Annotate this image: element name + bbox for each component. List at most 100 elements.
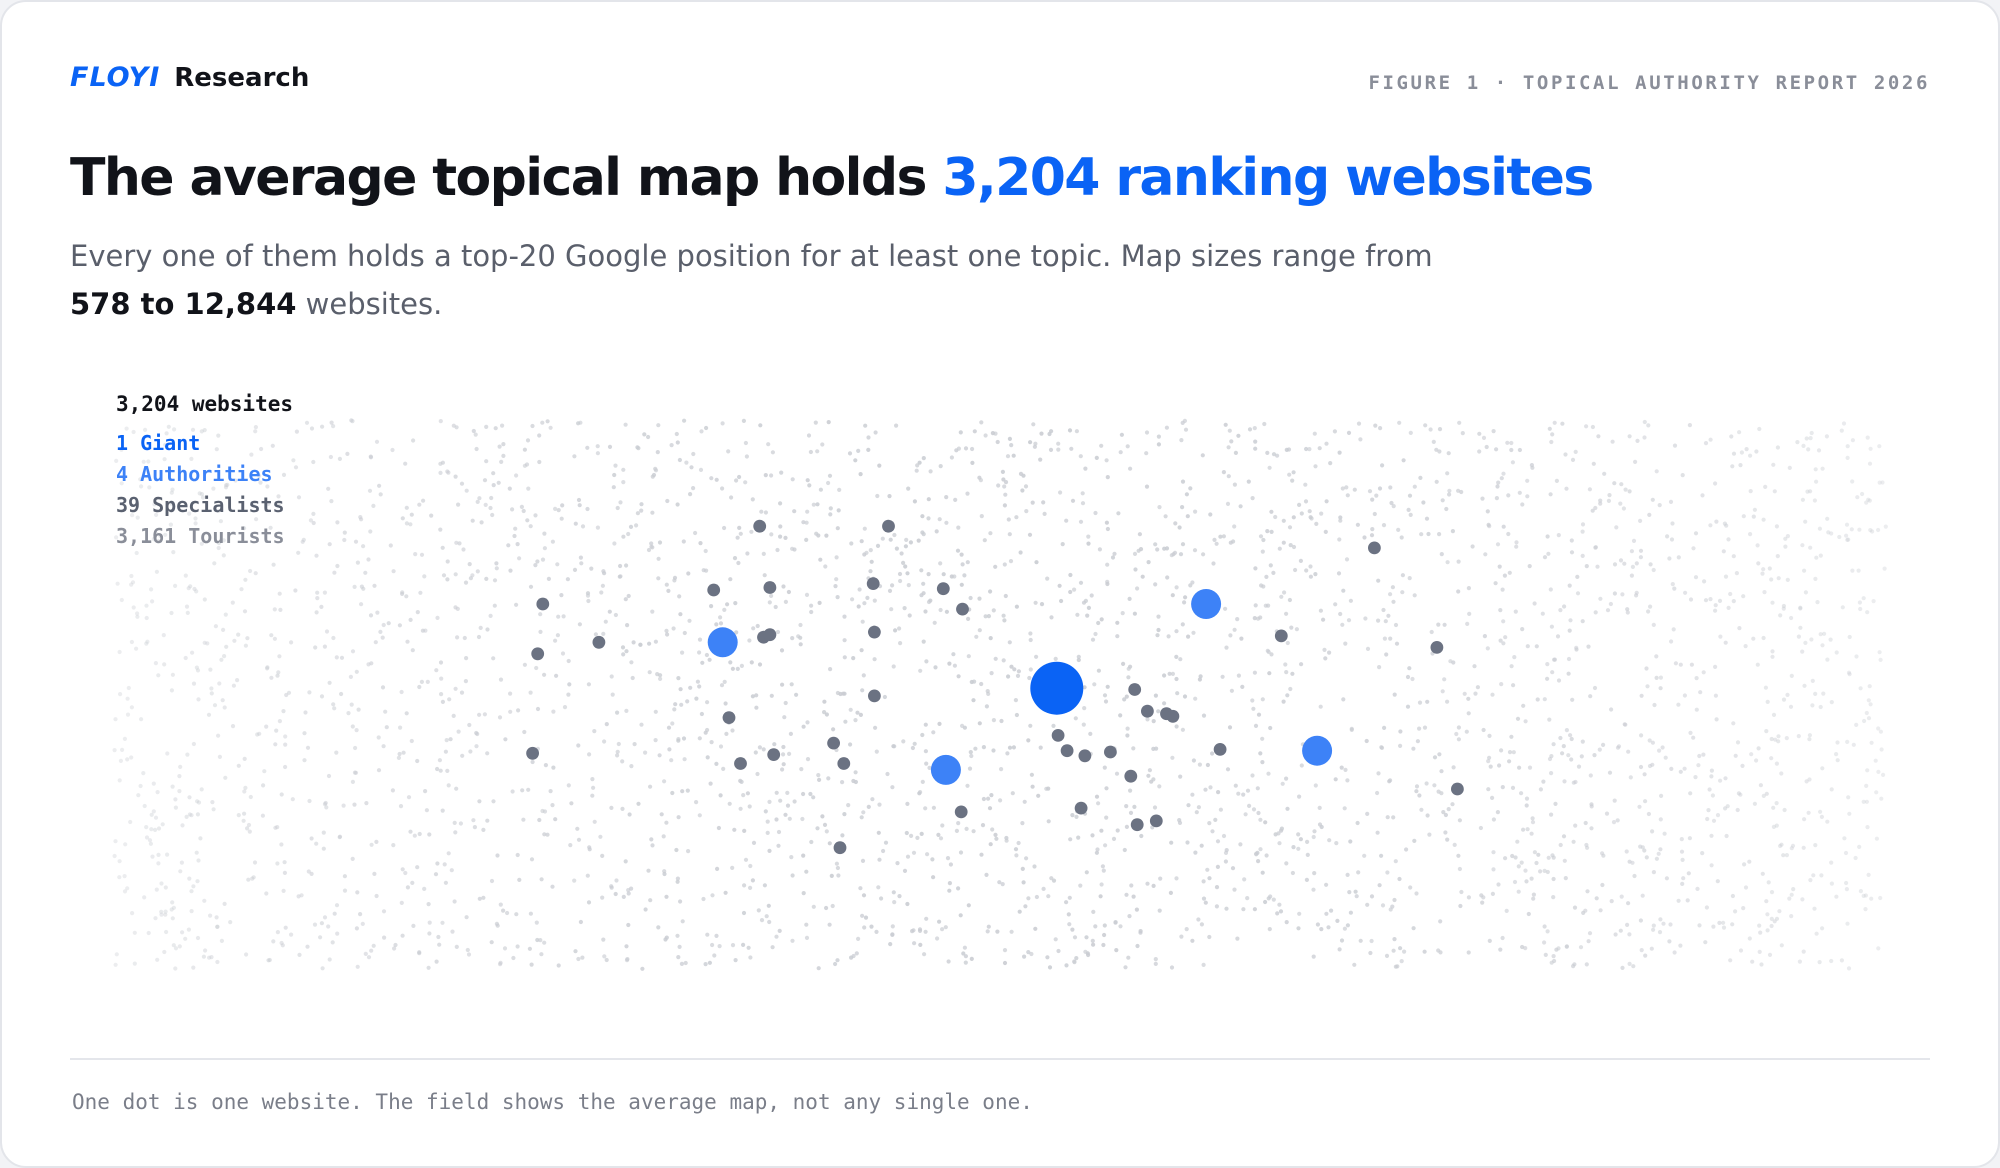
- tourist-dot: [1124, 892, 1129, 897]
- tourist-dot: [555, 633, 561, 638]
- tourist-dot: [977, 596, 982, 601]
- tourist-dot: [682, 418, 687, 423]
- tourist-dot: [879, 896, 884, 901]
- tourist-dot: [1102, 932, 1107, 938]
- tourist-dot: [851, 656, 856, 661]
- tourist-dot: [1494, 447, 1499, 452]
- tourist-dot: [1633, 459, 1638, 464]
- tourist-dot: [311, 511, 316, 516]
- tourist-dot: [860, 913, 865, 918]
- tourist-dot: [361, 544, 366, 549]
- tourist-dot: [453, 474, 458, 479]
- tourist-dot: [1201, 879, 1206, 884]
- tourist-dot: [1327, 650, 1332, 655]
- tourist-dot: [191, 884, 196, 889]
- tourist-dot: [404, 505, 409, 510]
- tourist-dot: [1096, 801, 1101, 806]
- tourist-dot: [720, 421, 725, 426]
- tourist-dot: [1610, 439, 1615, 444]
- tourist-dot: [1821, 691, 1826, 696]
- tourist-dot: [662, 871, 667, 877]
- tourist-dot: [586, 900, 592, 905]
- tourist-dot: [262, 769, 267, 774]
- tourist-dot: [835, 690, 841, 696]
- tourist-dot: [1731, 554, 1736, 559]
- tourist-dot: [1128, 810, 1134, 816]
- tourist-dot: [991, 718, 997, 723]
- tourist-dot: [682, 757, 687, 762]
- tourist-dot: [331, 702, 336, 707]
- tourist-dot: [1846, 670, 1852, 675]
- tourist-dot: [1308, 574, 1313, 579]
- tourist-dot: [1460, 431, 1465, 436]
- tourist-dot: [1639, 733, 1644, 738]
- tourist-dot: [1626, 901, 1631, 906]
- tourist-dot: [1099, 882, 1104, 887]
- tourist-dot: [1490, 891, 1495, 897]
- tourist-dot: [741, 793, 746, 798]
- tourist-dot: [1294, 627, 1299, 632]
- tourist-dot: [242, 789, 247, 794]
- tourist-dot: [794, 692, 799, 697]
- tourist-dot: [742, 883, 747, 888]
- tourist-dot: [398, 725, 403, 730]
- tourist-dot: [1503, 856, 1508, 861]
- tourist-dot: [958, 913, 963, 918]
- tourist-dot: [1247, 803, 1252, 809]
- tourist-dot: [681, 539, 686, 544]
- tourist-dot: [961, 951, 966, 956]
- tourist-dot: [1078, 883, 1083, 888]
- tourist-dot: [1751, 636, 1756, 641]
- tourist-dot: [1693, 531, 1699, 536]
- tourist-dot: [1527, 564, 1532, 569]
- tourist-dot: [1578, 945, 1584, 950]
- tourist-dot: [657, 540, 663, 545]
- tourist-dot: [1334, 841, 1339, 846]
- tourist-dot: [659, 812, 664, 817]
- tourist-dot: [1723, 806, 1728, 811]
- tourist-dot: [1003, 593, 1008, 599]
- tourist-dot: [1213, 817, 1218, 823]
- tourist-dot: [497, 444, 502, 449]
- tourist-dot: [125, 712, 131, 717]
- tourist-dot: [1215, 864, 1220, 870]
- tourist-dot: [920, 732, 925, 738]
- tourist-dot: [224, 644, 229, 649]
- tourist-dot: [1630, 564, 1635, 570]
- tourist-dot: [1381, 523, 1387, 528]
- tourist-dot: [1277, 546, 1282, 551]
- tourist-dot: [113, 717, 118, 722]
- tourist-dot: [1588, 773, 1593, 778]
- tourist-dot: [1807, 737, 1812, 742]
- tourist-dot: [790, 938, 795, 943]
- tourist-dot: [1865, 825, 1870, 830]
- tourist-dot: [253, 571, 258, 576]
- tourist-dot: [1819, 814, 1824, 820]
- tourist-dot: [189, 909, 194, 914]
- tourist-dot: [635, 511, 641, 516]
- tourist-dot: [278, 607, 283, 613]
- tourist-dot: [1322, 647, 1327, 653]
- tourist-dot: [1221, 470, 1226, 475]
- tourist-dot: [203, 948, 208, 953]
- tourist-dot: [1858, 686, 1863, 691]
- tourist-dot: [780, 682, 785, 687]
- tourist-dot: [1341, 697, 1346, 702]
- tourist-dot: [959, 552, 964, 557]
- tourist-dot: [159, 881, 164, 886]
- tourist-dot: [302, 758, 307, 763]
- tourist-dot: [1345, 923, 1350, 928]
- tourist-dot: [1131, 746, 1136, 751]
- tourist-dot: [1558, 842, 1563, 848]
- tourist-dot: [465, 947, 470, 953]
- tourist-dot: [350, 779, 355, 785]
- tourist-dot: [1030, 784, 1035, 789]
- tourist-dot: [1450, 529, 1455, 534]
- tourist-dot: [790, 873, 795, 878]
- footnote: One dot is one website. The field shows …: [72, 1090, 1033, 1114]
- tourist-dot: [202, 898, 207, 903]
- tourist-dot: [326, 924, 331, 929]
- tourist-dot: [1798, 605, 1803, 610]
- tourist-dot: [1196, 917, 1201, 922]
- tourist-dot: [759, 918, 765, 923]
